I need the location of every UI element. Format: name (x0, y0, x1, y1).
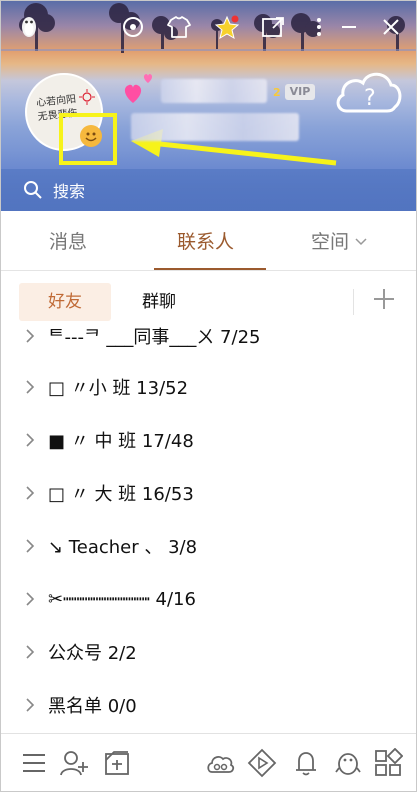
annotation-highlight-box (59, 113, 117, 165)
svg-text:?: ? (364, 86, 376, 111)
tab-space[interactable]: 空间 (311, 227, 367, 254)
divider (353, 289, 354, 315)
contact-subtabs: 好友 群聊 (1, 283, 416, 323)
group-label: 公众号 2/2 (48, 643, 137, 664)
close-icon[interactable] (377, 13, 405, 41)
list-item[interactable]: ᄐ---ᄏ ___同事___ㄨ 7/25 (1, 323, 416, 363)
chevron-right-icon (26, 433, 35, 447)
chevron-right-icon (26, 539, 35, 553)
main-tabs: 消息 联系人 空间 (1, 211, 416, 271)
contact-group-list: ᄐ---ᄏ ___同事___ㄨ 7/25 □ 〃小 班 13/52 ■ 〃 中 … (1, 323, 416, 731)
chevron-right-icon (26, 645, 35, 659)
subtab-friends[interactable]: 好友 (19, 283, 111, 321)
search-bar[interactable]: 搜索 (1, 169, 416, 211)
vip-badge[interactable]: 2 VIP (273, 84, 316, 100)
app-grid-icon[interactable] (373, 748, 403, 778)
group-label: □ 〃小 班 13/52 (48, 378, 189, 399)
hearts-icon (124, 74, 153, 103)
search-input[interactable]: 搜索 (53, 178, 85, 202)
group-label: ✂┉┉┉┉┉┉┉┉ 4/16 (48, 588, 196, 610)
tab-messages[interactable]: 消息 (49, 227, 87, 254)
video-play-icon[interactable] (247, 748, 277, 778)
group-label: ↘ Teacher 、 3/8 (48, 537, 198, 558)
group-label: ᄐ---ᄏ ___同事___ㄨ 7/25 (48, 327, 261, 348)
sun-doodle-icon (79, 89, 95, 105)
chevron-right-icon (26, 698, 35, 712)
bottom-toolbar (1, 733, 416, 791)
signature-blurred[interactable] (131, 113, 299, 141)
share-window-icon[interactable] (259, 13, 287, 41)
profile-header: 心若向阳 无畏悲伤 2 VIP ? 搜索 (1, 1, 416, 211)
chevron-right-icon (26, 380, 35, 394)
weather-cloud-icon[interactable]: ? (331, 63, 403, 121)
list-item[interactable]: ↘ Teacher 、 3/8 (1, 519, 416, 573)
chevron-right-icon (26, 329, 35, 343)
target-icon[interactable] (119, 13, 147, 41)
search-icon (24, 181, 42, 199)
list-item[interactable]: □ 〃 大 班 16/53 (1, 466, 416, 520)
app-manager-icon[interactable] (102, 748, 132, 778)
list-item[interactable]: ✂┉┉┉┉┉┉┉┉ 4/16 (1, 572, 416, 626)
add-icon[interactable] (372, 287, 396, 317)
vip-level: 2 (273, 85, 281, 99)
star-icon[interactable] (213, 13, 241, 41)
qq-main-window: 心若向阳 无畏悲伤 2 VIP ? 搜索 消息 联系人 空间 好友 群聊 ᄐ--… (0, 0, 417, 792)
minimize-icon[interactable] (335, 13, 363, 41)
vip-label: VIP (284, 84, 316, 100)
tab-contacts[interactable]: 联系人 (177, 227, 234, 254)
group-label: ■ 〃 中 班 17/48 (48, 431, 194, 452)
subtab-groups[interactable]: 群聊 (142, 283, 176, 321)
list-item[interactable]: 黑名单 0/0 (1, 678, 416, 731)
main-menu-icon[interactable] (19, 748, 49, 778)
tab-space-label: 空间 (311, 231, 350, 253)
add-friend-icon[interactable] (59, 748, 89, 778)
list-item[interactable]: 公众号 2/2 (1, 625, 416, 679)
game-penguin-icon[interactable] (333, 748, 363, 778)
chevron-right-icon (26, 486, 35, 500)
chevron-down-icon (355, 234, 367, 250)
group-label: 黑名单 0/0 (48, 696, 137, 717)
title-bar (1, 13, 416, 43)
weiyun-cloud-icon[interactable] (205, 748, 235, 778)
skin-shirt-icon[interactable] (165, 13, 193, 41)
more-menu-icon[interactable] (305, 13, 333, 41)
nickname-blurred (161, 79, 267, 103)
bell-notification-icon[interactable] (291, 748, 321, 778)
list-item[interactable]: □ 〃小 班 13/52 (1, 360, 416, 414)
chevron-right-icon (26, 592, 35, 606)
active-tab-indicator (154, 268, 266, 270)
group-label: □ 〃 大 班 16/53 (48, 484, 194, 505)
list-item[interactable]: ■ 〃 中 班 17/48 (1, 413, 416, 467)
qq-penguin-icon[interactable] (15, 13, 43, 41)
